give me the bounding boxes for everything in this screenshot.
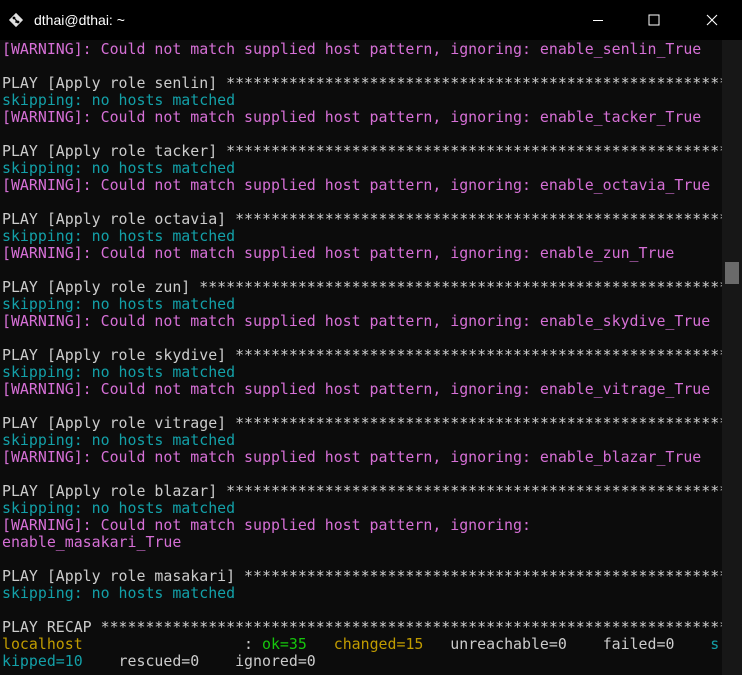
terminal-text-segment: [WARNING]: Could not match supplied host… xyxy=(2,381,711,398)
terminal-text-segment: PLAY [Apply role senlin] ***************… xyxy=(2,75,722,92)
title-bar[interactable]: dthai@dthai: ~ xyxy=(0,0,742,40)
terminal-text-segment: PLAY [Apply role masakari] *************… xyxy=(2,568,722,585)
vertical-scrollbar[interactable] xyxy=(722,40,742,675)
terminal-output[interactable]: [WARNING]: Could not match supplied host… xyxy=(2,41,722,675)
terminal-text-segment: : xyxy=(82,636,262,653)
terminal-line: skipping: no hosts matched xyxy=(2,92,722,109)
terminal-text-segment: PLAY [Apply role octavia] **************… xyxy=(2,211,722,228)
terminal-line: PLAY RECAP *****************************… xyxy=(2,619,722,636)
terminal-line: PLAY [Apply role skydive] **************… xyxy=(2,347,722,364)
maximize-button[interactable] xyxy=(631,0,677,40)
terminal-text-segment: s xyxy=(710,636,720,653)
terminal-text-segment: skipping: no hosts matched xyxy=(2,92,236,109)
terminal-line: enable_masakari_True xyxy=(2,534,722,551)
terminal-text-segment: changed=15 xyxy=(333,636,424,653)
terminal-line: PLAY [Apply role tacker] ***************… xyxy=(2,143,722,160)
terminal-text-segment: [WARNING]: Could not match supplied host… xyxy=(2,313,711,330)
close-icon xyxy=(706,14,718,26)
terminal-line: [WARNING]: Could not match supplied host… xyxy=(2,381,722,398)
terminal-line: kipped=10 rescued=0 ignored=0 xyxy=(2,653,722,670)
terminal-line: PLAY [Apply role blazar] ***************… xyxy=(2,483,722,500)
terminal-line: [WARNING]: Could not match supplied host… xyxy=(2,245,722,262)
terminal-text-segment: PLAY [Apply role zun] ******************… xyxy=(2,279,722,296)
minimize-icon xyxy=(593,20,603,21)
terminal-line: [WARNING]: Could not match supplied host… xyxy=(2,313,722,330)
terminal-text-segment: ok=35 xyxy=(262,636,307,653)
terminal-line: skipping: no hosts matched xyxy=(2,432,722,449)
terminal-text-segment: rescued=0 ignored=0 xyxy=(82,653,316,670)
window-title: dthai@dthai: ~ xyxy=(34,12,125,28)
terminal-text-segment: localhost xyxy=(2,636,83,653)
terminal-text-segment: [WARNING]: Could not match supplied host… xyxy=(2,245,675,262)
minimize-button[interactable] xyxy=(575,0,621,40)
terminal-line: PLAY [Apply role octavia] **************… xyxy=(2,211,722,228)
terminal-text-segment: skipping: no hosts matched xyxy=(2,432,236,449)
terminal-text-segment: skipping: no hosts matched xyxy=(2,160,236,177)
terminal-text-segment: PLAY [Apply role skydive] **************… xyxy=(2,347,722,364)
terminal-line: [WARNING]: Could not match supplied host… xyxy=(2,41,722,58)
terminal-line: PLAY [Apply role senlin] ***************… xyxy=(2,75,722,92)
terminal-window: dthai@dthai: ~ [WARNING]: Could not matc… xyxy=(0,0,742,675)
scrollbar-thumb[interactable] xyxy=(725,262,739,284)
terminal-line: skipping: no hosts matched xyxy=(2,228,722,245)
terminal-line: skipping: no hosts matched xyxy=(2,160,722,177)
terminal-text-segment: skipping: no hosts matched xyxy=(2,364,236,381)
terminal-line: skipping: no hosts matched xyxy=(2,500,722,517)
terminal-line: [WARNING]: Could not match supplied host… xyxy=(2,517,722,534)
terminal-line: PLAY [Apply role masakari] *************… xyxy=(2,568,722,585)
terminal-text-segment: PLAY [Apply role tacker] ***************… xyxy=(2,143,722,160)
terminal-text-segment: PLAY [Apply role vitrage] **************… xyxy=(2,415,722,432)
terminal-text-segment: unreachable=0 failed=0 xyxy=(423,636,711,653)
terminal-text-segment: skipping: no hosts matched xyxy=(2,500,236,517)
terminal-line: [WARNING]: Could not match supplied host… xyxy=(2,449,722,466)
terminal-line: skipping: no hosts matched xyxy=(2,585,722,602)
terminal-text-segment: [WARNING]: Could not match supplied host… xyxy=(2,109,702,126)
terminal-text-segment: skipping: no hosts matched xyxy=(2,585,236,602)
git-diamond-icon xyxy=(8,12,24,28)
terminal-text-segment: PLAY [Apply role blazar] ***************… xyxy=(2,483,722,500)
terminal-text-segment: [WARNING]: Could not match supplied host… xyxy=(2,41,702,58)
terminal-line: PLAY [Apply role zun] ******************… xyxy=(2,279,722,296)
terminal-line: skipping: no hosts matched xyxy=(2,364,722,381)
maximize-icon xyxy=(648,14,660,26)
terminal-text-segment: skipping: no hosts matched xyxy=(2,228,236,245)
terminal-text-segment: [WARNING]: Could not match supplied host… xyxy=(2,449,702,466)
terminal-line: [WARNING]: Could not match supplied host… xyxy=(2,109,722,126)
terminal-line: localhost : ok=35 changed=15 unreachable… xyxy=(2,636,722,653)
terminal-text-segment: skipping: no hosts matched xyxy=(2,296,236,313)
terminal-text-segment: kipped=10 xyxy=(2,653,83,670)
terminal-text-segment: enable_masakari_True xyxy=(2,534,182,551)
terminal-text-segment: [WARNING]: Could not match supplied host… xyxy=(2,177,711,194)
terminal-line: [WARNING]: Could not match supplied host… xyxy=(2,177,722,194)
terminal-line: skipping: no hosts matched xyxy=(2,296,722,313)
terminal-line: PLAY [Apply role vitrage] **************… xyxy=(2,415,722,432)
close-button[interactable] xyxy=(689,0,735,40)
terminal-text-segment: [WARNING]: Could not match supplied host… xyxy=(2,517,531,534)
terminal-text-segment: PLAY RECAP *****************************… xyxy=(2,619,722,636)
